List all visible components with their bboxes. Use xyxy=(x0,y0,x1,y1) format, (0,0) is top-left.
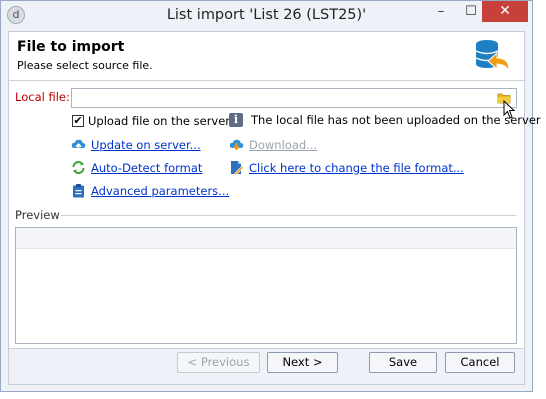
dialog-content: File to import Please select source file… xyxy=(8,31,541,385)
preview-label: Preview xyxy=(15,208,60,222)
auto-detect-format-link[interactable]: Auto-Detect format xyxy=(91,161,202,175)
minimize-button[interactable]: – xyxy=(426,1,456,22)
change-file-format-link[interactable]: Click here to change the file format... xyxy=(249,161,464,175)
download-link[interactable]: Download... xyxy=(249,138,317,152)
preview-separator xyxy=(61,215,516,216)
close-button[interactable]: ✕ xyxy=(482,1,528,22)
clipboard-icon xyxy=(73,184,84,198)
list-import-window: d List import 'List 26 (LST25)' – ☐ ✕ Fi… xyxy=(0,0,541,392)
update-on-server-link[interactable]: Update on server... xyxy=(91,138,201,152)
upload-checkbox-label: Upload file on the server xyxy=(88,114,231,128)
upload-checkbox[interactable]: ✔ xyxy=(72,115,84,127)
database-import-icon xyxy=(475,40,510,72)
title-bar: d List import 'List 26 (LST25)' – ☐ ✕ xyxy=(1,1,532,31)
auto-detect-row[interactable]: Auto-Detect format xyxy=(71,160,202,175)
cancel-button[interactable]: Cancel xyxy=(445,352,515,373)
dialog-header: File to import Please select source file… xyxy=(9,32,524,80)
advanced-parameters-link[interactable]: Advanced parameters... xyxy=(91,184,229,198)
change-format-icon xyxy=(231,161,244,175)
info-icon: i xyxy=(229,113,243,127)
page-title: File to import xyxy=(17,39,125,55)
upload-checkbox-row[interactable]: ✔ Upload file on the server xyxy=(72,114,230,128)
previous-button[interactable]: < Previous xyxy=(177,352,260,373)
download-row[interactable]: Download... xyxy=(229,137,317,152)
change-format-row[interactable]: Click here to change the file format... xyxy=(229,160,464,175)
cloud-upload-icon xyxy=(71,139,86,151)
local-file-input[interactable] xyxy=(71,88,517,108)
upload-status-row: i The local file has not been uploaded o… xyxy=(229,113,541,127)
upload-status-text: The local file has not been uploaded on … xyxy=(251,113,541,127)
page-subtitle: Please select source file. xyxy=(17,59,153,72)
local-file-label: Local file: xyxy=(15,90,70,104)
cloud-download-icon xyxy=(229,139,244,151)
preview-panel[interactable] xyxy=(15,227,517,344)
next-button[interactable]: Next > xyxy=(267,352,338,373)
header-separator xyxy=(9,80,524,81)
advanced-parameters-row[interactable]: Advanced parameters... xyxy=(71,183,229,198)
save-button[interactable]: Save xyxy=(369,352,437,373)
refresh-icon xyxy=(72,161,85,174)
preview-header-row xyxy=(16,228,516,249)
update-on-server-row[interactable]: Update on server... xyxy=(71,137,201,152)
